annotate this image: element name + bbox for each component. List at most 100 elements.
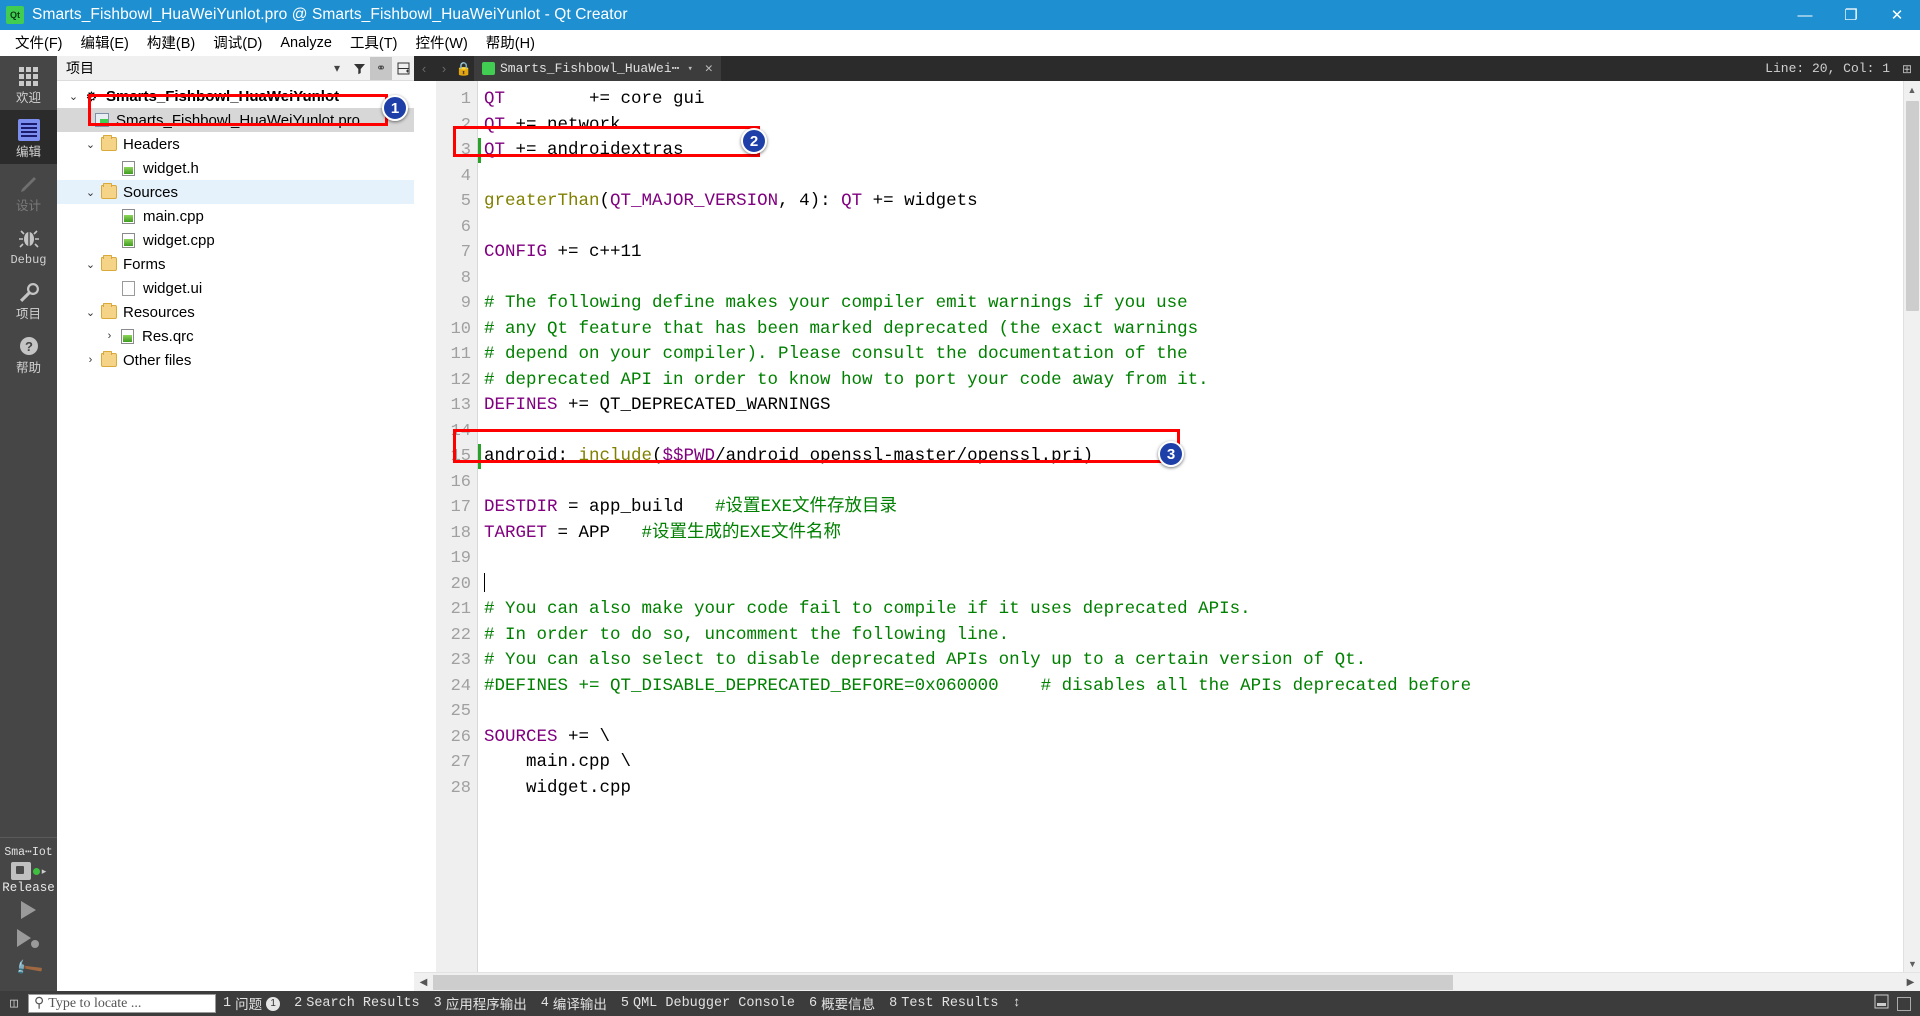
marker-column[interactable]: [414, 81, 436, 972]
code-text[interactable]: QT += core gui QT += network QT += android…: [478, 81, 1903, 972]
scroll-down-icon[interactable]: ▼: [1904, 955, 1920, 972]
close-tab-icon[interactable]: ✕: [701, 61, 717, 76]
code-line[interactable]: # You can also select to disable depreca…: [484, 648, 1903, 674]
editor-vertical-scrollbar[interactable]: ▲ ▼: [1903, 81, 1920, 972]
scroll-right-icon[interactable]: ▶: [1901, 973, 1920, 992]
split-icon[interactable]: [392, 57, 414, 80]
code-line[interactable]: # depend on your compiler). Please consu…: [484, 342, 1903, 368]
code-line[interactable]: [484, 546, 1903, 572]
output-pane-test-results[interactable]: 8 Test Results: [882, 996, 1005, 1011]
toggle-sidebar-icon[interactable]: ◫: [0, 996, 28, 1011]
tree-row-headers[interactable]: ⌄ Headers: [57, 132, 414, 156]
tree-row-widget-cpp[interactable]: widget.cpp: [57, 228, 414, 252]
code-line[interactable]: [484, 215, 1903, 241]
chevron-down-icon[interactable]: ▾: [684, 64, 695, 74]
menu-widgets[interactable]: 控件(W): [406, 29, 476, 56]
menu-analyze[interactable]: Analyze: [271, 32, 341, 54]
code-editor[interactable]: 1 2 3 4 5 6 7 8 9 10 11 12 13 14 15 16 1: [414, 81, 1920, 972]
code-line[interactable]: [484, 266, 1903, 292]
locator-input[interactable]: ⚲ Type to locate ...: [28, 994, 216, 1013]
scroll-up-icon[interactable]: ▲: [1904, 81, 1920, 98]
code-line[interactable]: [484, 699, 1903, 725]
tree-row-resources[interactable]: ⌄ Resources: [57, 300, 414, 324]
output-pane-application-output[interactable]: 3 应用程序输出: [427, 993, 534, 1014]
menu-tools[interactable]: 工具(T): [341, 29, 407, 56]
kit-selector[interactable]: Sma⋯Iot ▸ Release: [0, 837, 57, 901]
mode-debug[interactable]: Debug: [0, 218, 57, 272]
chevron-down-icon[interactable]: ⌄: [82, 186, 99, 199]
hammer-icon[interactable]: 🔨: [12, 952, 46, 986]
code-line[interactable]: [484, 164, 1903, 190]
play-bug-icon[interactable]: [17, 929, 40, 948]
code-line[interactable]: [484, 470, 1903, 496]
editor-horizontal-scrollbar[interactable]: ◀ ▶: [414, 972, 1920, 991]
chevron-down-icon[interactable]: ⌄: [82, 258, 99, 271]
code-line[interactable]: [484, 572, 1903, 598]
close-button[interactable]: ✕: [1874, 0, 1920, 30]
maximize-button[interactable]: ❐: [1828, 0, 1874, 30]
hscroll-track[interactable]: [433, 973, 1901, 992]
code-line[interactable]: # deprecated API in order to know how to…: [484, 368, 1903, 394]
code-line[interactable]: QT += androidextras: [484, 138, 1903, 164]
mode-welcome[interactable]: 欢迎: [0, 56, 57, 110]
editor-tab-pro-file[interactable]: Smarts_Fishbowl_HuaWei⋯ ▾ ✕: [474, 56, 721, 81]
code-line[interactable]: TARGET = APP #设置生成的EXE文件名称: [484, 521, 1903, 547]
mode-projects[interactable]: 项目: [0, 272, 57, 326]
menu-debug[interactable]: 调试(D): [204, 29, 271, 56]
nav-back-icon[interactable]: ‹: [414, 61, 434, 76]
code-line[interactable]: CONFIG += c++11: [484, 240, 1903, 266]
nav-forward-icon[interactable]: ›: [434, 61, 454, 76]
scroll-thumb[interactable]: [1906, 101, 1919, 311]
code-line[interactable]: QT += core gui: [484, 87, 1903, 113]
split-editor-icon[interactable]: ⊞: [1900, 62, 1920, 76]
hscroll-thumb[interactable]: [433, 974, 1453, 990]
tree-row-widget-ui[interactable]: widget.ui: [57, 276, 414, 300]
code-line[interactable]: widget.cpp: [484, 776, 1903, 802]
output-pane-more-icon[interactable]: ↕: [1005, 996, 1027, 1011]
output-pane-compile-output[interactable]: 4 编译输出: [534, 993, 614, 1014]
chevron-down-icon[interactable]: ⌄: [65, 90, 82, 103]
output-pane-toggle-icon[interactable]: [1874, 994, 1889, 1014]
code-line[interactable]: SOURCES += \: [484, 725, 1903, 751]
menu-build[interactable]: 构建(B): [138, 29, 204, 56]
chevron-down-icon[interactable]: ⌄: [82, 306, 99, 319]
output-pane-general-messages[interactable]: 6 概要信息: [802, 993, 882, 1014]
filter-icon[interactable]: [348, 57, 370, 80]
sync-with-editor-icon[interactable]: ⚭: [370, 56, 392, 80]
mode-help[interactable]: ? 帮助: [0, 326, 57, 380]
tree-row-pro-file[interactable]: Smarts_Fishbowl_HuaWeiYunlot.pro: [57, 108, 414, 132]
maximize-output-icon[interactable]: [1897, 996, 1911, 1011]
code-line[interactable]: greaterThan(QT_MAJOR_VERSION, 4): QT += …: [484, 189, 1903, 215]
filter-dropdown-icon[interactable]: ▾: [326, 57, 348, 80]
code-line[interactable]: # In order to do so, uncomment the follo…: [484, 623, 1903, 649]
lock-icon[interactable]: 🔒: [454, 61, 474, 77]
code-line[interactable]: DEFINES += QT_DEPRECATED_WARNINGS: [484, 393, 1903, 419]
code-line[interactable]: # The following define makes your compil…: [484, 291, 1903, 317]
code-line[interactable]: android: include($$PWD/android_openssl-m…: [484, 444, 1903, 470]
chevron-down-icon[interactable]: ⌄: [82, 138, 99, 151]
code-line[interactable]: [484, 419, 1903, 445]
menu-help[interactable]: 帮助(H): [477, 29, 544, 56]
tree-row-widget-h[interactable]: widget.h: [57, 156, 414, 180]
chevron-right-icon[interactable]: ›: [82, 354, 99, 366]
code-line[interactable]: main.cpp \: [484, 750, 1903, 776]
menu-file[interactable]: 文件(F): [6, 29, 72, 56]
chevron-right-icon[interactable]: ›: [101, 330, 118, 342]
play-icon[interactable]: [20, 901, 36, 919]
code-line[interactable]: # You can also make your code fail to co…: [484, 597, 1903, 623]
output-pane-qml-debugger-console[interactable]: 5 QML Debugger Console: [614, 996, 802, 1011]
mode-edit[interactable]: 编辑: [0, 110, 57, 164]
project-tree[interactable]: ⌄ ⚙ Smarts_Fishbowl_HuaWeiYunlot Smarts_…: [57, 81, 414, 991]
code-line[interactable]: # any Qt feature that has been marked de…: [484, 317, 1903, 343]
minimize-button[interactable]: —: [1782, 0, 1828, 30]
output-pane-problems[interactable]: 1 问题 1: [216, 993, 287, 1014]
tree-row-forms[interactable]: ⌄ Forms: [57, 252, 414, 276]
menu-edit[interactable]: 编辑(E): [72, 29, 138, 56]
output-pane-search-results[interactable]: 2 Search Results: [287, 996, 427, 1011]
tree-row-sources[interactable]: ⌄ Sources: [57, 180, 414, 204]
tree-row-other-files[interactable]: › Other files: [57, 348, 414, 372]
scroll-left-icon[interactable]: ◀: [414, 973, 433, 992]
code-line[interactable]: #DEFINES += QT_DISABLE_DEPRECATED_BEFORE…: [484, 674, 1903, 700]
tree-row-project[interactable]: ⌄ ⚙ Smarts_Fishbowl_HuaWeiYunlot: [57, 84, 414, 108]
code-line[interactable]: DESTDIR = app_build #设置EXE文件存放目录: [484, 495, 1903, 521]
